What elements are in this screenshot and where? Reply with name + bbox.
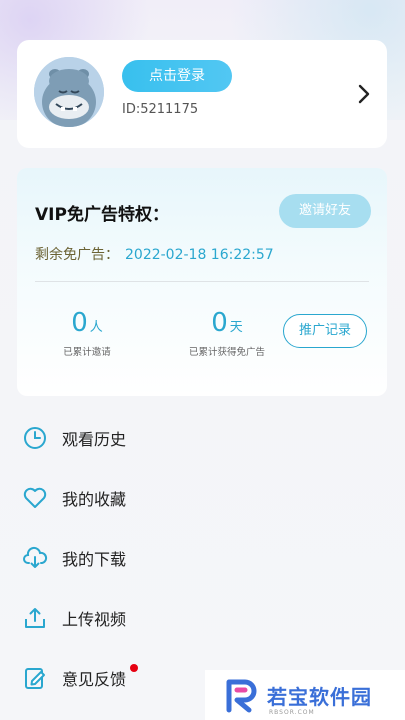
menu-item-label: 意见反馈 bbox=[62, 670, 127, 689]
login-button[interactable]: 点击登录 bbox=[122, 60, 232, 92]
menu-item-label: 上传视频 bbox=[62, 610, 127, 629]
remaining-ad-free: 剩余免广告： 2022-02-18 16:22:57 bbox=[35, 244, 274, 264]
invited-label: 已累计邀请 bbox=[63, 347, 111, 358]
remaining-value: 2022-02-18 16:22:57 bbox=[125, 247, 274, 263]
clock-icon bbox=[24, 427, 46, 449]
cloud-download-icon bbox=[23, 546, 48, 568]
watermark-text: 若宝软件园 bbox=[267, 684, 372, 709]
ad-free-label: 已累计获得免广告 bbox=[188, 347, 265, 358]
remaining-label: 剩余免广告： bbox=[35, 247, 119, 263]
menu-item-favorites[interactable]: 我的收藏 bbox=[22, 478, 322, 518]
ad-free-days: 0 bbox=[211, 308, 228, 338]
user-id: ID:5211175 bbox=[122, 102, 199, 117]
invited-count: 0 bbox=[71, 308, 88, 338]
hippo-avatar-icon bbox=[34, 57, 104, 127]
watermark-subtext: RBSOR.COM bbox=[269, 709, 315, 716]
watermark: 若宝软件园 RBSOR.COM bbox=[205, 670, 405, 720]
feedback-icon bbox=[25, 668, 45, 689]
invite-friends-button[interactable]: 邀请好友 bbox=[279, 194, 371, 228]
vip-card: VIP免广告特权： 邀请好友 剩余免广告： 2022-02-18 16:22:57… bbox=[17, 168, 387, 396]
invited-count-stat: 0人 已累计邀请 bbox=[47, 308, 127, 358]
menu-item-history[interactable]: 观看历史 bbox=[22, 418, 322, 458]
menu-item-downloads[interactable]: 我的下载 bbox=[22, 538, 322, 578]
ad-free-days-stat: 0天 已累计获得免广告 bbox=[152, 308, 302, 358]
invited-unit: 人 bbox=[89, 320, 103, 335]
profile-card[interactable]: 点击登录 ID:5211175 bbox=[17, 40, 387, 148]
menu-item-label: 观看历史 bbox=[62, 430, 127, 449]
ad-free-unit: 天 bbox=[229, 320, 243, 335]
menu-item-upload[interactable]: 上传视频 bbox=[22, 598, 322, 638]
divider bbox=[35, 281, 369, 282]
chevron-right-icon[interactable] bbox=[357, 84, 371, 104]
watermark-logo-icon bbox=[226, 679, 257, 713]
menu-item-label: 我的收藏 bbox=[62, 490, 127, 509]
menu-item-label: 我的下载 bbox=[62, 550, 127, 569]
heart-icon bbox=[23, 487, 47, 508]
notification-badge bbox=[130, 664, 139, 672]
promotion-records-button[interactable]: 推广记录 bbox=[283, 314, 367, 348]
upload-icon bbox=[25, 608, 45, 628]
avatar[interactable] bbox=[34, 57, 104, 127]
vip-title: VIP免广告特权： bbox=[35, 205, 169, 225]
